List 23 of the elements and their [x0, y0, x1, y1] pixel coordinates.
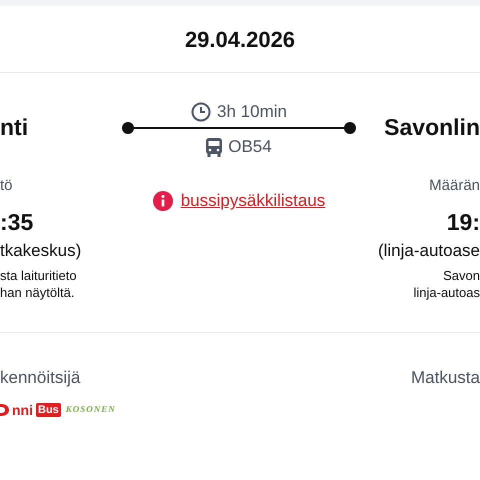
departure-label: tö [0, 176, 13, 196]
operator-logo-name: KOSONEN [66, 403, 116, 416]
arrival-time: 19: [446, 208, 480, 236]
clock-icon [191, 102, 212, 122]
departure-city: nti [0, 113, 28, 141]
operator-logo-text: nni [12, 402, 33, 418]
operator-label: kennöitsijä [0, 367, 80, 389]
logo-swoosh-icon [0, 404, 9, 416]
departure-time: :35 [0, 208, 34, 236]
trip-duration: 3h 10min [217, 101, 287, 124]
arrival-note: Savon linja-autoas [414, 267, 480, 301]
bus-icon [206, 138, 222, 156]
passenger-label: Matkusta [411, 367, 480, 389]
arrival-place: (linja-autoase [378, 240, 480, 262]
route-number: OB54 [228, 136, 272, 158]
arrival-label: Määrän [429, 176, 480, 196]
departure-note: sta laituritieto han näytöltä. [0, 267, 77, 301]
stop-list-link[interactable]: bussipysäkkilistaus [180, 188, 326, 214]
operator-logo-badge: Bus [36, 403, 61, 417]
info-icon [152, 191, 173, 211]
arrival-city: Savonlin [384, 113, 480, 141]
departure-place: tkakeskus) [0, 240, 82, 262]
travel-date: 29.04.2026 [184, 26, 296, 54]
